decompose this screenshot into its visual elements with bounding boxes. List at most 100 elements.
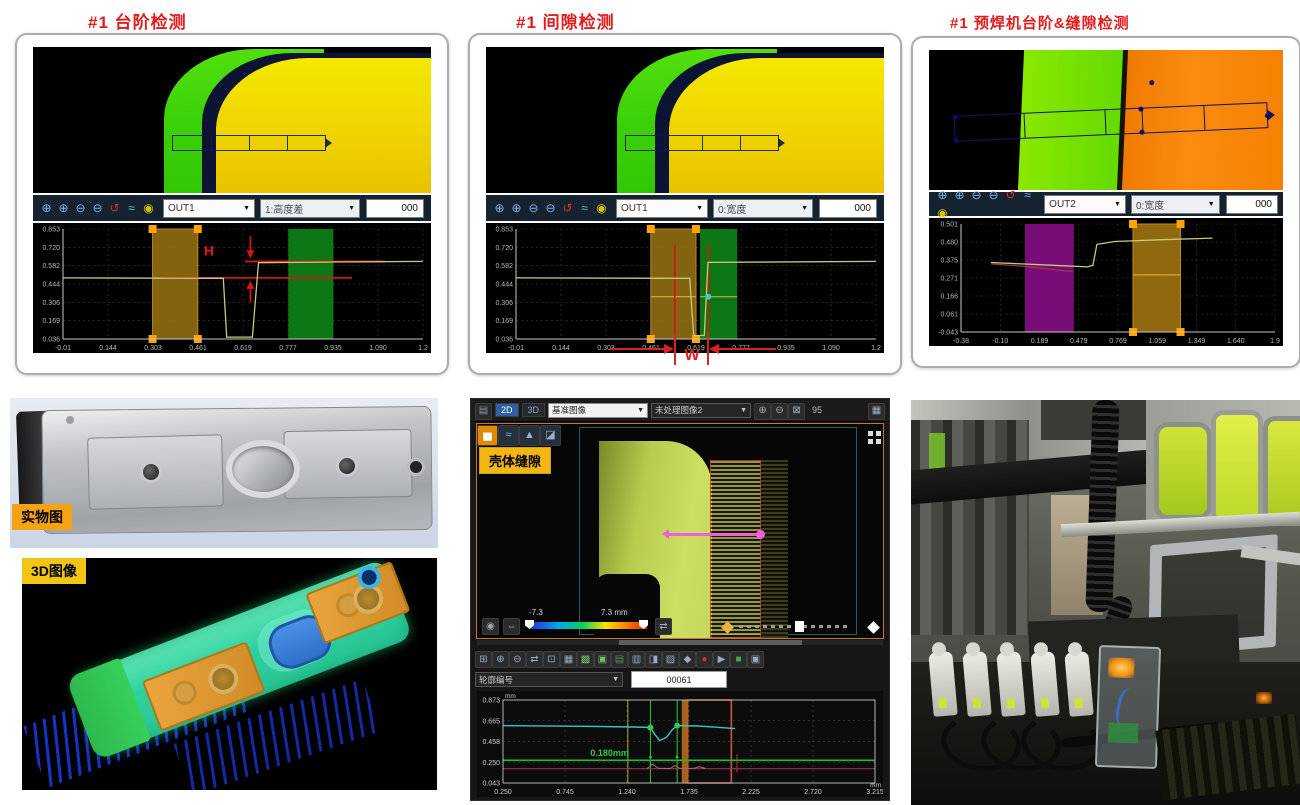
marker-icon[interactable]: ◉ <box>593 199 610 217</box>
scan-hatch-band-dim <box>761 460 787 638</box>
zoom-out-icon[interactable]: ⊖ <box>525 199 542 217</box>
pan-horizontal-icon[interactable]: ⇔ <box>503 618 520 635</box>
zoom-in-region-icon[interactable]: ⊕ <box>508 199 525 217</box>
zoom-in-icon[interactable]: ⊕ <box>38 199 55 217</box>
measure-mode-dropdown[interactable]: 0:宽度▼ <box>1131 195 1220 214</box>
part-dark-cutout <box>594 574 660 639</box>
profile-number-value[interactable]: 00061 <box>631 671 727 688</box>
part-small-hole <box>407 458 425 476</box>
undo-icon[interactable]: ↺ <box>1002 186 1019 204</box>
step-profile-chart: -0.010.1440.3030.4610.6190.7770.9351.090… <box>33 223 431 353</box>
save-icon[interactable]: ▣ <box>747 651 764 668</box>
waveform-icon[interactable]: ≈ <box>123 199 140 217</box>
zoom-fit-icon[interactable]: ⊖ <box>985 186 1002 204</box>
image-scrollbar[interactable] <box>477 640 883 645</box>
zoom-in-icon[interactable]: ⊕ <box>934 186 951 204</box>
zoom-out-icon[interactable]: ⊖ <box>72 199 89 217</box>
layout-icon[interactable]: ▤ <box>475 403 492 420</box>
scan-hatch-band <box>710 460 761 638</box>
machine-green-window <box>1154 422 1212 520</box>
svg-text:1.735: 1.735 <box>680 789 698 796</box>
rows-icon[interactable]: ▥ <box>628 651 645 668</box>
gap-detection-panel: ⊕⊕⊖⊖↺≈◉ OUT1▼ 0:宽度▼ 000 -0.010.1440.3030… <box>468 33 902 375</box>
profile-icon[interactable]: ▩ <box>577 651 594 668</box>
roi-handle-dot[interactable] <box>953 137 958 142</box>
roi-handle-dot[interactable] <box>1138 106 1143 111</box>
green-board <box>1108 722 1139 743</box>
measure-icon[interactable]: ▦ <box>560 651 577 668</box>
play-icon[interactable]: ▶ <box>713 651 730 668</box>
measure-arrow <box>668 533 761 536</box>
expand-icon[interactable] <box>868 431 873 436</box>
height-image-icon[interactable]: ▅ <box>477 425 498 446</box>
preweld-heightmap-image <box>929 50 1283 190</box>
zoom-in-icon[interactable]: ⊕ <box>754 403 771 420</box>
step-heightmap-image <box>33 47 431 193</box>
measurement-roi-box[interactable] <box>172 135 325 152</box>
height-colorbar <box>529 622 647 629</box>
measure-value-field[interactable]: 000 <box>1226 195 1278 214</box>
measure-mode-dropdown[interactable]: 1:高度差▼ <box>260 199 360 218</box>
pan-icon[interactable]: ⇄ <box>526 651 543 668</box>
roi-handle-dot[interactable] <box>1264 112 1269 117</box>
zoom-out-icon[interactable]: ⊖ <box>771 403 788 420</box>
undo-icon[interactable]: ↺ <box>559 199 576 217</box>
zoom-in-icon[interactable]: ⊕ <box>491 199 508 217</box>
roi-handle-dot[interactable] <box>952 114 957 119</box>
split-icon[interactable]: ◨ <box>645 651 662 668</box>
svg-text:2.225: 2.225 <box>742 789 760 796</box>
processed-image-dropdown[interactable]: 未处理图像2▼ <box>651 403 751 418</box>
waveform-icon[interactable]: ≈ <box>1019 186 1036 204</box>
zoom-fit-icon[interactable]: ⊖ <box>89 199 106 217</box>
tab-3d[interactable]: 3D <box>522 403 546 417</box>
measure-value-field[interactable]: 000 <box>819 199 877 218</box>
output-dropdown[interactable]: OUT2▼ <box>1044 195 1126 214</box>
region-icon[interactable]: ▣ <box>594 651 611 668</box>
profile-number-dropdown[interactable]: 轮廓编号▼ <box>475 672 623 687</box>
stop-icon[interactable]: ■ <box>730 651 747 668</box>
tab-2d[interactable]: 2D <box>495 403 519 417</box>
zoom-out-icon[interactable]: ⊖ <box>509 651 526 668</box>
waveform-icon[interactable]: ≈ <box>576 199 593 217</box>
roi-handle-dot[interactable] <box>1139 129 1144 134</box>
layers-icon[interactable]: ▤ <box>611 651 628 668</box>
part-pin-hole <box>66 416 74 424</box>
measure-mode-dropdown[interactable]: 0:宽度▼ <box>713 199 813 218</box>
svg-text:0.745: 0.745 <box>556 789 574 796</box>
point-icon[interactable]: ◆ <box>679 651 696 668</box>
zoom-fit-icon[interactable]: ⊖ <box>542 199 559 217</box>
machine-green-window <box>1211 410 1263 525</box>
svg-text:0.853: 0.853 <box>42 227 60 234</box>
svg-text:1.090: 1.090 <box>369 345 387 352</box>
position-slider-handle[interactable] <box>795 621 804 632</box>
fit-icon[interactable]: ⊡ <box>543 651 560 668</box>
profile-view-icon[interactable]: ≈ <box>498 425 519 446</box>
record-icon[interactable]: ● <box>696 651 713 668</box>
mask-view-icon[interactable]: ◪ <box>540 425 561 446</box>
zoom-in-icon[interactable]: ⊕ <box>492 651 509 668</box>
hatch-icon[interactable]: ▧ <box>662 651 679 668</box>
svg-text:0.306: 0.306 <box>495 300 513 307</box>
zoom-in-region-icon[interactable]: ⊕ <box>951 186 968 204</box>
measure-value-field[interactable]: 000 <box>366 199 424 218</box>
scrollbar-thumb[interactable] <box>619 640 802 645</box>
output-dropdown[interactable]: OUT1▼ <box>163 199 255 218</box>
marker-icon[interactable]: ◉ <box>140 199 157 217</box>
zoom-fit-icon[interactable]: ⊠ <box>788 403 805 420</box>
grid-icon[interactable]: ⊞ <box>475 651 492 668</box>
source-image-dropdown[interactable]: 基准图像▼ <box>548 403 648 418</box>
center-point-icon[interactable]: ◉ <box>482 618 499 635</box>
zoom-in-region-icon[interactable]: ⊕ <box>55 199 72 217</box>
measurement-roi-box[interactable] <box>625 135 778 152</box>
machine-green-window <box>1263 416 1300 526</box>
zoom-out-icon[interactable]: ⊖ <box>968 186 985 204</box>
roi-handle-dot[interactable] <box>1149 80 1154 85</box>
output-dropdown[interactable]: OUT1▼ <box>616 199 708 218</box>
slider-diamond-right[interactable] <box>867 621 880 634</box>
undo-icon[interactable]: ↺ <box>106 199 123 217</box>
svg-text:1.2: 1.2 <box>418 345 428 352</box>
swap-view-icon[interactable]: ⇄ <box>655 618 672 635</box>
export-icon[interactable]: ▦ <box>868 403 885 420</box>
image-tool-buttons: ▅≈▲◪ <box>477 425 561 446</box>
surface-view-icon[interactable]: ▲ <box>519 425 540 446</box>
